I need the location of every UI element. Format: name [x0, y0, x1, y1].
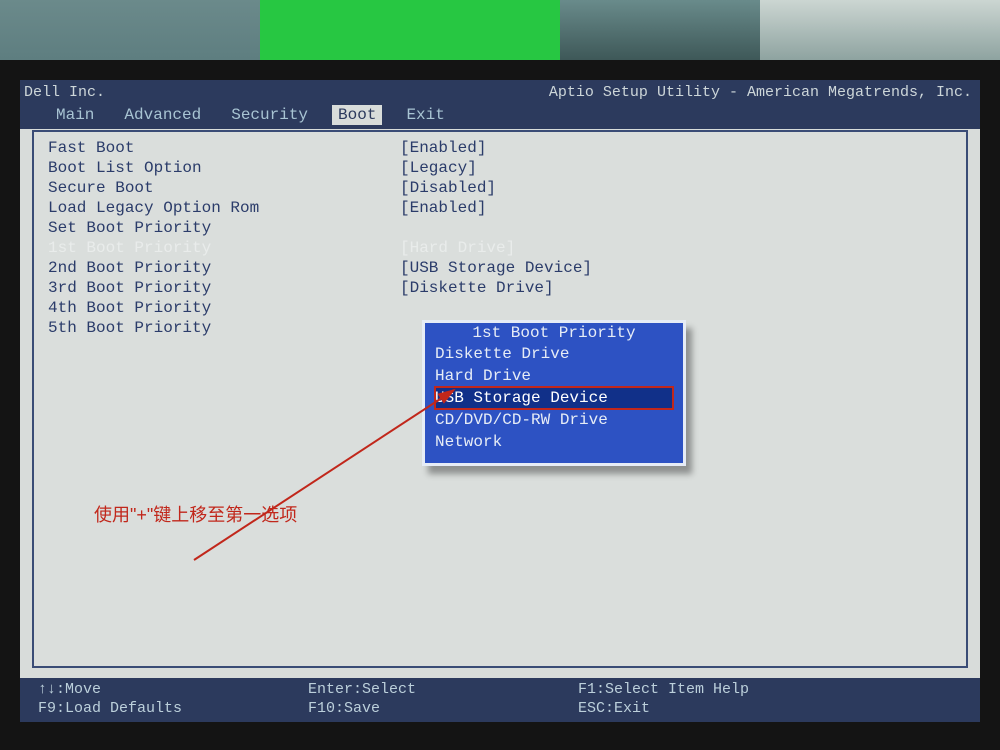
footer-hint: F9:Load Defaults: [38, 700, 248, 719]
footer-hint: ↑↓:Move: [38, 681, 248, 700]
popup-option[interactable]: Hard Drive: [435, 365, 673, 387]
footer-hint: ESC:Exit: [578, 700, 788, 719]
settings-panel: Fast Boot[Enabled] Boot List Option[Lega…: [32, 130, 968, 668]
tab-main[interactable]: Main: [50, 105, 100, 125]
tab-boot[interactable]: Boot: [332, 105, 382, 125]
popup-title: 1st Boot Priority: [435, 323, 673, 343]
annotation-text: 使用"+"键上移至第一选项: [94, 504, 297, 527]
ambient-bg: [0, 0, 260, 60]
setting-label: 5th Boot Priority: [40, 318, 400, 338]
setting-row[interactable]: Load Legacy Option Rom[Enabled]: [40, 198, 960, 218]
footer-hint: F10:Save: [308, 700, 518, 719]
laptop-bezel: Dell Inc. Aptio Setup Utility - American…: [0, 60, 1000, 750]
popup-option-highlighted[interactable]: USB Storage Device: [435, 387, 673, 409]
footer-hint: F1:Select Item Help: [578, 681, 788, 700]
popup-option[interactable]: Network: [435, 431, 673, 453]
bios-tabs: Main Advanced Security Boot Exit: [20, 103, 980, 129]
setting-label: 4th Boot Priority: [40, 298, 400, 318]
bios-footer: ↑↓:Move Enter:Select F1:Select Item Help…: [20, 678, 980, 722]
setting-row[interactable]: 2nd Boot Priority[USB Storage Device]: [40, 258, 960, 278]
setting-label: 1st Boot Priority: [40, 238, 400, 258]
setting-value: [Hard Drive]: [400, 238, 515, 258]
setting-row[interactable]: Fast Boot[Enabled]: [40, 138, 960, 158]
popup-option[interactable]: CD/DVD/CD-RW Drive: [435, 409, 673, 431]
tab-security[interactable]: Security: [225, 105, 314, 125]
popup-option[interactable]: Diskette Drive: [435, 343, 673, 365]
setting-value: [Diskette Drive]: [400, 278, 554, 298]
setting-label: Load Legacy Option Rom: [40, 198, 400, 218]
bios-screen: Dell Inc. Aptio Setup Utility - American…: [20, 80, 980, 722]
setting-label: Secure Boot: [40, 178, 400, 198]
setting-value: [Disabled]: [400, 178, 496, 198]
setting-row[interactable]: 3rd Boot Priority[Diskette Drive]: [40, 278, 960, 298]
setting-row-selected[interactable]: 1st Boot Priority[Hard Drive]: [40, 238, 960, 258]
setting-row[interactable]: 4th Boot Priority: [40, 298, 960, 318]
setting-label: Boot List Option: [40, 158, 400, 178]
ambient-bg: [560, 0, 760, 60]
tab-advanced[interactable]: Advanced: [118, 105, 207, 125]
setting-label: 3rd Boot Priority: [40, 278, 400, 298]
setting-row[interactable]: Secure Boot[Disabled]: [40, 178, 960, 198]
boot-priority-popup: 1st Boot Priority Diskette Drive Hard Dr…: [422, 320, 686, 466]
setting-row[interactable]: Set Boot Priority: [40, 218, 960, 238]
setting-value: [USB Storage Device]: [400, 258, 592, 278]
tab-exit[interactable]: Exit: [400, 105, 450, 125]
ambient-bg: [260, 0, 560, 60]
footer-hint: Enter:Select: [308, 681, 518, 700]
setting-value: [Enabled]: [400, 138, 486, 158]
setting-value: [Enabled]: [400, 198, 486, 218]
setting-value: [Legacy]: [400, 158, 477, 178]
setting-label: Fast Boot: [40, 138, 400, 158]
setting-label: Set Boot Priority: [40, 218, 400, 238]
setting-row[interactable]: Boot List Option[Legacy]: [40, 158, 960, 178]
ambient-bg: [760, 0, 1000, 60]
setting-label: 2nd Boot Priority: [40, 258, 400, 278]
utility-title: Aptio Setup Utility - American Megatrend…: [549, 84, 972, 103]
